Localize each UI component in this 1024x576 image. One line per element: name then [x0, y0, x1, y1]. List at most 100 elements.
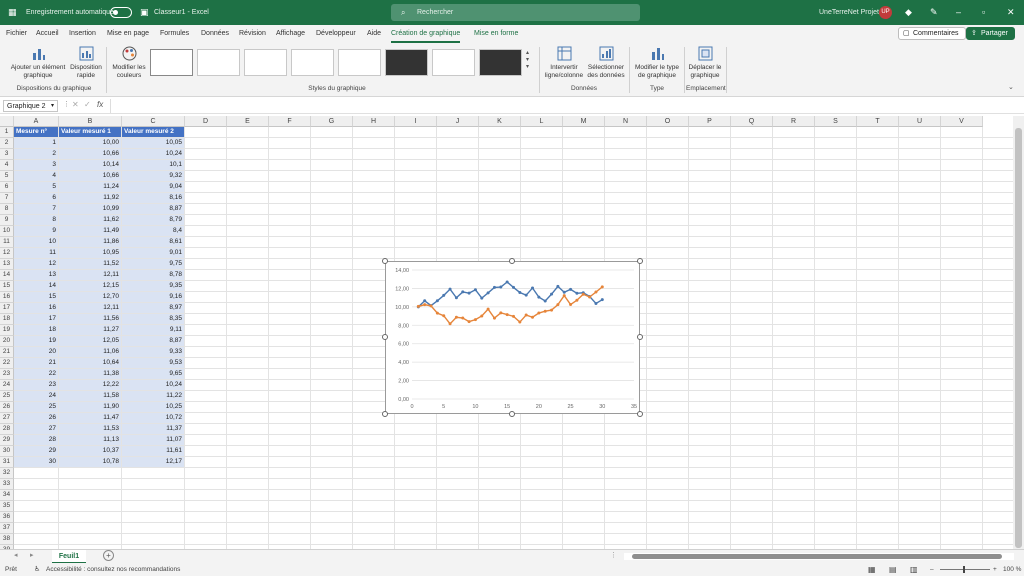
- chart-style-5[interactable]: [338, 49, 381, 76]
- table-cell[interactable]: 7: [14, 204, 59, 215]
- table-cell[interactable]: 9,16: [122, 292, 185, 303]
- row-header[interactable]: 10: [0, 226, 14, 237]
- diamond-icon[interactable]: ◆: [905, 0, 912, 25]
- tab-creation-graphique[interactable]: Création de graphique: [391, 25, 461, 43]
- table-cell[interactable]: 10,05: [122, 138, 185, 149]
- table-cell[interactable]: 12: [14, 259, 59, 270]
- table-cell[interactable]: 30: [14, 457, 59, 468]
- table-cell[interactable]: 9,11: [122, 325, 185, 336]
- table-cell[interactable]: 9,65: [122, 369, 185, 380]
- tab-mise-en-forme[interactable]: Mise en forme: [474, 25, 518, 43]
- resize-handle[interactable]: [382, 258, 388, 264]
- table-cell[interactable]: 11,86: [59, 237, 122, 248]
- table-cell[interactable]: 6: [14, 193, 59, 204]
- row-header[interactable]: 34: [0, 490, 14, 501]
- column-header[interactable]: H: [353, 116, 395, 127]
- chart-style-8[interactable]: [479, 49, 522, 76]
- table-cell[interactable]: 11,37: [122, 424, 185, 435]
- table-cell[interactable]: 10,72: [122, 413, 185, 424]
- table-cell[interactable]: 8,35: [122, 314, 185, 325]
- select-data-button[interactable]: Sélectionner des données: [586, 45, 626, 80]
- table-cell[interactable]: 12,70: [59, 292, 122, 303]
- table-cell[interactable]: 12,11: [59, 303, 122, 314]
- table-cell[interactable]: 12,15: [59, 281, 122, 292]
- row-header[interactable]: 17: [0, 303, 14, 314]
- quick-layout-button[interactable]: Disposition rapide: [68, 45, 104, 80]
- row-header[interactable]: 23: [0, 369, 14, 380]
- table-cell[interactable]: 11,47: [59, 413, 122, 424]
- row-header[interactable]: 24: [0, 380, 14, 391]
- row-header[interactable]: 7: [0, 193, 14, 204]
- row-header[interactable]: 4: [0, 160, 14, 171]
- tab-revision[interactable]: Révision: [239, 25, 266, 43]
- column-header[interactable]: I: [395, 116, 437, 127]
- table-cell[interactable]: 11,13: [59, 435, 122, 446]
- tab-formules[interactable]: Formules: [160, 25, 189, 43]
- table-cell[interactable]: 8,16: [122, 193, 185, 204]
- row-header[interactable]: 27: [0, 413, 14, 424]
- row-header[interactable]: 2: [0, 138, 14, 149]
- chart-style-4[interactable]: [291, 49, 334, 76]
- table-cell[interactable]: 11,92: [59, 193, 122, 204]
- resize-handle[interactable]: [509, 258, 515, 264]
- table-cell[interactable]: 11,24: [59, 182, 122, 193]
- chart-object[interactable]: 0,00 2,00 4,00 6,00 8,00 10,00 12,00 14,00 0 5 10 1…: [385, 261, 640, 414]
- chart-style-6[interactable]: [385, 49, 428, 76]
- resize-handle[interactable]: [382, 411, 388, 417]
- scrollbar-thumb[interactable]: [1015, 128, 1022, 548]
- row-header[interactable]: 36: [0, 512, 14, 523]
- table-cell[interactable]: 10,25: [122, 402, 185, 413]
- table-cell[interactable]: 11,38: [59, 369, 122, 380]
- column-header[interactable]: O: [647, 116, 689, 127]
- table-cell[interactable]: 19: [14, 336, 59, 347]
- row-header[interactable]: 21: [0, 347, 14, 358]
- table-cell[interactable]: 10,24: [122, 149, 185, 160]
- table-cell[interactable]: 10,66: [59, 149, 122, 160]
- column-header[interactable]: C: [122, 116, 185, 127]
- table-cell[interactable]: 8,78: [122, 270, 185, 281]
- column-header[interactable]: P: [689, 116, 731, 127]
- row-header[interactable]: 37: [0, 523, 14, 534]
- row-header[interactable]: 19: [0, 325, 14, 336]
- table-cell[interactable]: 11,22: [122, 391, 185, 402]
- column-header[interactable]: T: [857, 116, 899, 127]
- table-cell[interactable]: 12,05: [59, 336, 122, 347]
- row-header[interactable]: 12: [0, 248, 14, 259]
- tab-fichier[interactable]: Fichier: [6, 25, 27, 43]
- table-cell[interactable]: 10,78: [59, 457, 122, 468]
- table-cell[interactable]: 11,49: [59, 226, 122, 237]
- chart-style-7[interactable]: [432, 49, 475, 76]
- row-header[interactable]: 28: [0, 424, 14, 435]
- add-chart-element-button[interactable]: Ajouter un élément graphique: [8, 45, 68, 80]
- column-header[interactable]: S: [815, 116, 857, 127]
- table-cell[interactable]: 12,17: [122, 457, 185, 468]
- table-cell[interactable]: 9,75: [122, 259, 185, 270]
- tab-insertion[interactable]: Insertion: [69, 25, 96, 43]
- column-header[interactable]: R: [773, 116, 815, 127]
- column-header[interactable]: V: [941, 116, 983, 127]
- vertical-scrollbar[interactable]: [1013, 116, 1024, 549]
- table-cell[interactable]: 8,4: [122, 226, 185, 237]
- sheet-tab-feuil1[interactable]: Feuil1: [52, 550, 86, 564]
- column-header[interactable]: B: [59, 116, 122, 127]
- table-cell[interactable]: 11: [14, 248, 59, 259]
- resize-handle[interactable]: [637, 334, 643, 340]
- row-header[interactable]: 22: [0, 358, 14, 369]
- styles-scroll-icon[interactable]: ▴ ▾ ▾: [526, 49, 529, 70]
- column-header[interactable]: N: [605, 116, 647, 127]
- prev-sheet-icon[interactable]: ◂: [14, 551, 18, 559]
- table-cell[interactable]: 24: [14, 391, 59, 402]
- row-header[interactable]: 38: [0, 534, 14, 545]
- row-header[interactable]: 26: [0, 402, 14, 413]
- column-header[interactable]: M: [563, 116, 605, 127]
- row-header[interactable]: 18: [0, 314, 14, 325]
- row-header[interactable]: 32: [0, 468, 14, 479]
- table-cell[interactable]: 11,62: [59, 215, 122, 226]
- table-cell[interactable]: 11,90: [59, 402, 122, 413]
- zoom-level[interactable]: 100 %: [1003, 563, 1021, 576]
- table-cell[interactable]: 17: [14, 314, 59, 325]
- table-header-cell[interactable]: Mesure n°: [14, 127, 59, 138]
- share-button[interactable]: ⇪ Partager: [966, 27, 1015, 40]
- table-cell[interactable]: 4: [14, 171, 59, 182]
- search-box[interactable]: ⌕ Rechercher: [391, 4, 640, 21]
